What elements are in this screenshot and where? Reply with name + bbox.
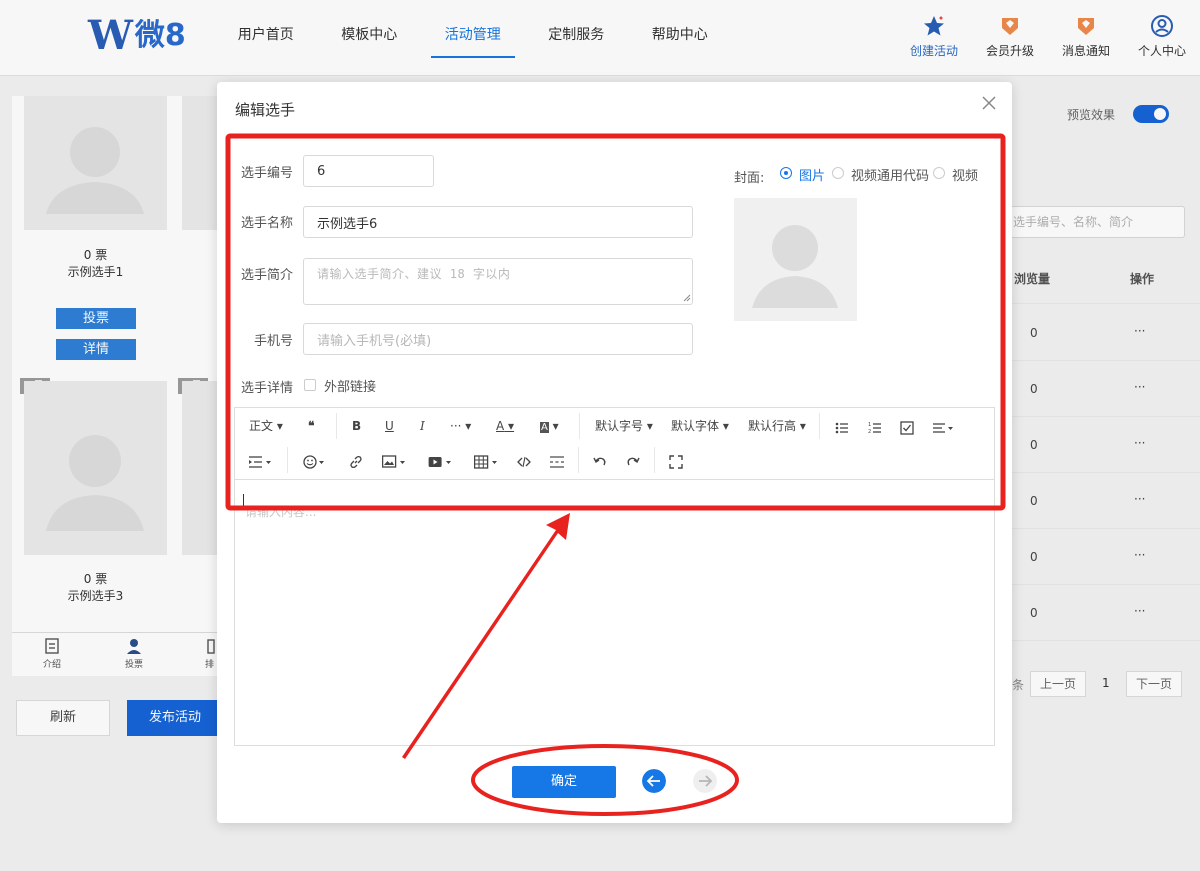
toolbar-divider — [578, 447, 579, 473]
editor-toolbar: 正文 ▾ ❝ B U I ··· ▾ A ▾ A ▾ 默认字号 ▾ 默认字体 ▾… — [235, 408, 994, 480]
align-dropdown-icon[interactable] — [933, 418, 955, 438]
indent-dropdown-icon[interactable] — [249, 452, 273, 472]
font-size-dropdown[interactable]: 默认字号 ▾ — [595, 416, 653, 436]
cover-option-image: 图片 — [799, 169, 826, 184]
code-icon[interactable] — [517, 452, 531, 472]
confirm-button[interactable]: 确定 — [512, 766, 616, 798]
player-name-input[interactable]: 示例选手6 — [303, 206, 693, 238]
cover-radio-video[interactable] — [933, 167, 945, 179]
toolbar-divider — [336, 413, 337, 439]
text-caret — [243, 494, 244, 506]
person-silhouette-icon — [752, 225, 838, 308]
bold-icon[interactable]: B — [352, 416, 361, 436]
svg-text:1: 1 — [868, 422, 871, 428]
close-icon[interactable] — [980, 94, 998, 112]
more-styles-dropdown[interactable]: ··· ▾ — [450, 416, 471, 436]
number-label: 选手编号 — [240, 166, 293, 181]
toolbar-divider — [579, 413, 580, 439]
font-color-dropdown[interactable]: A ▾ — [496, 416, 514, 436]
intro-label: 选手简介 — [240, 268, 293, 283]
player-intro-textarea[interactable]: 请输入选手简介、建议 18 字以内 — [303, 258, 693, 305]
bullet-list-icon[interactable] — [835, 418, 849, 438]
image-dropdown-icon[interactable] — [382, 452, 408, 472]
cover-label: 封面: — [734, 171, 765, 186]
redo-icon[interactable] — [626, 452, 640, 472]
external-link-checkbox[interactable] — [304, 379, 316, 391]
undo-icon[interactable] — [593, 452, 607, 472]
quote-icon[interactable]: ❝ — [308, 416, 314, 436]
underline-icon[interactable]: U — [385, 416, 394, 436]
cover-image[interactable] — [734, 198, 857, 321]
phone-label: 手机号 — [253, 334, 293, 349]
svg-text:2: 2 — [868, 429, 871, 435]
fullscreen-icon[interactable] — [669, 452, 683, 472]
divider-line-icon[interactable] — [550, 452, 564, 472]
font-family-dropdown[interactable]: 默认字体 ▾ — [671, 416, 729, 436]
page: W 微8 用户首页 模板中心 活动管理 定制服务 帮助中心 创建活动 会员升级 … — [0, 0, 1200, 871]
player-number-input[interactable]: 6 — [303, 155, 434, 187]
edit-player-dialog: 编辑选手 选手编号 6 选手名称 示例选手6 选手简介 请输入选手简介、建议 1… — [217, 82, 1012, 823]
video-dropdown-icon[interactable] — [428, 452, 454, 472]
line-height-dropdown[interactable]: 默认行高 ▾ — [748, 416, 806, 436]
arrow-right-icon[interactable] — [693, 769, 717, 793]
todo-checkbox-icon[interactable] — [900, 418, 914, 438]
cover-option-video-code: 视频通用代码 — [851, 169, 930, 184]
name-label: 选手名称 — [240, 216, 293, 231]
arrow-left-icon[interactable] — [642, 769, 666, 793]
table-dropdown-icon[interactable] — [474, 452, 500, 472]
editor-content-area[interactable]: 请输入内容... — [245, 503, 316, 520]
cover-radio-image[interactable] — [780, 167, 792, 179]
cover-radio-video-code[interactable] — [832, 167, 844, 179]
detail-label: 选手详情 — [240, 381, 293, 396]
dialog-title: 编辑选手 — [235, 101, 296, 119]
resize-handle-icon[interactable] — [683, 294, 691, 302]
link-icon[interactable] — [349, 452, 363, 472]
paragraph-format-dropdown[interactable]: 正文 ▾ — [249, 416, 283, 436]
phone-input[interactable]: 请输入手机号(必填) — [303, 323, 693, 355]
italic-icon[interactable]: I — [420, 416, 425, 436]
toolbar-divider — [819, 413, 820, 439]
external-link-label: 外部链接 — [324, 380, 377, 395]
toolbar-divider — [287, 447, 288, 473]
rich-text-editor: 正文 ▾ ❝ B U I ··· ▾ A ▾ A ▾ 默认字号 ▾ 默认字体 ▾… — [234, 407, 995, 746]
numbered-list-icon[interactable]: 12 — [868, 418, 882, 438]
background-color-dropdown[interactable]: A ▾ — [540, 416, 559, 436]
toolbar-divider — [654, 447, 655, 473]
emoji-dropdown-icon[interactable] — [303, 452, 327, 472]
cover-option-video: 视频 — [952, 169, 979, 184]
